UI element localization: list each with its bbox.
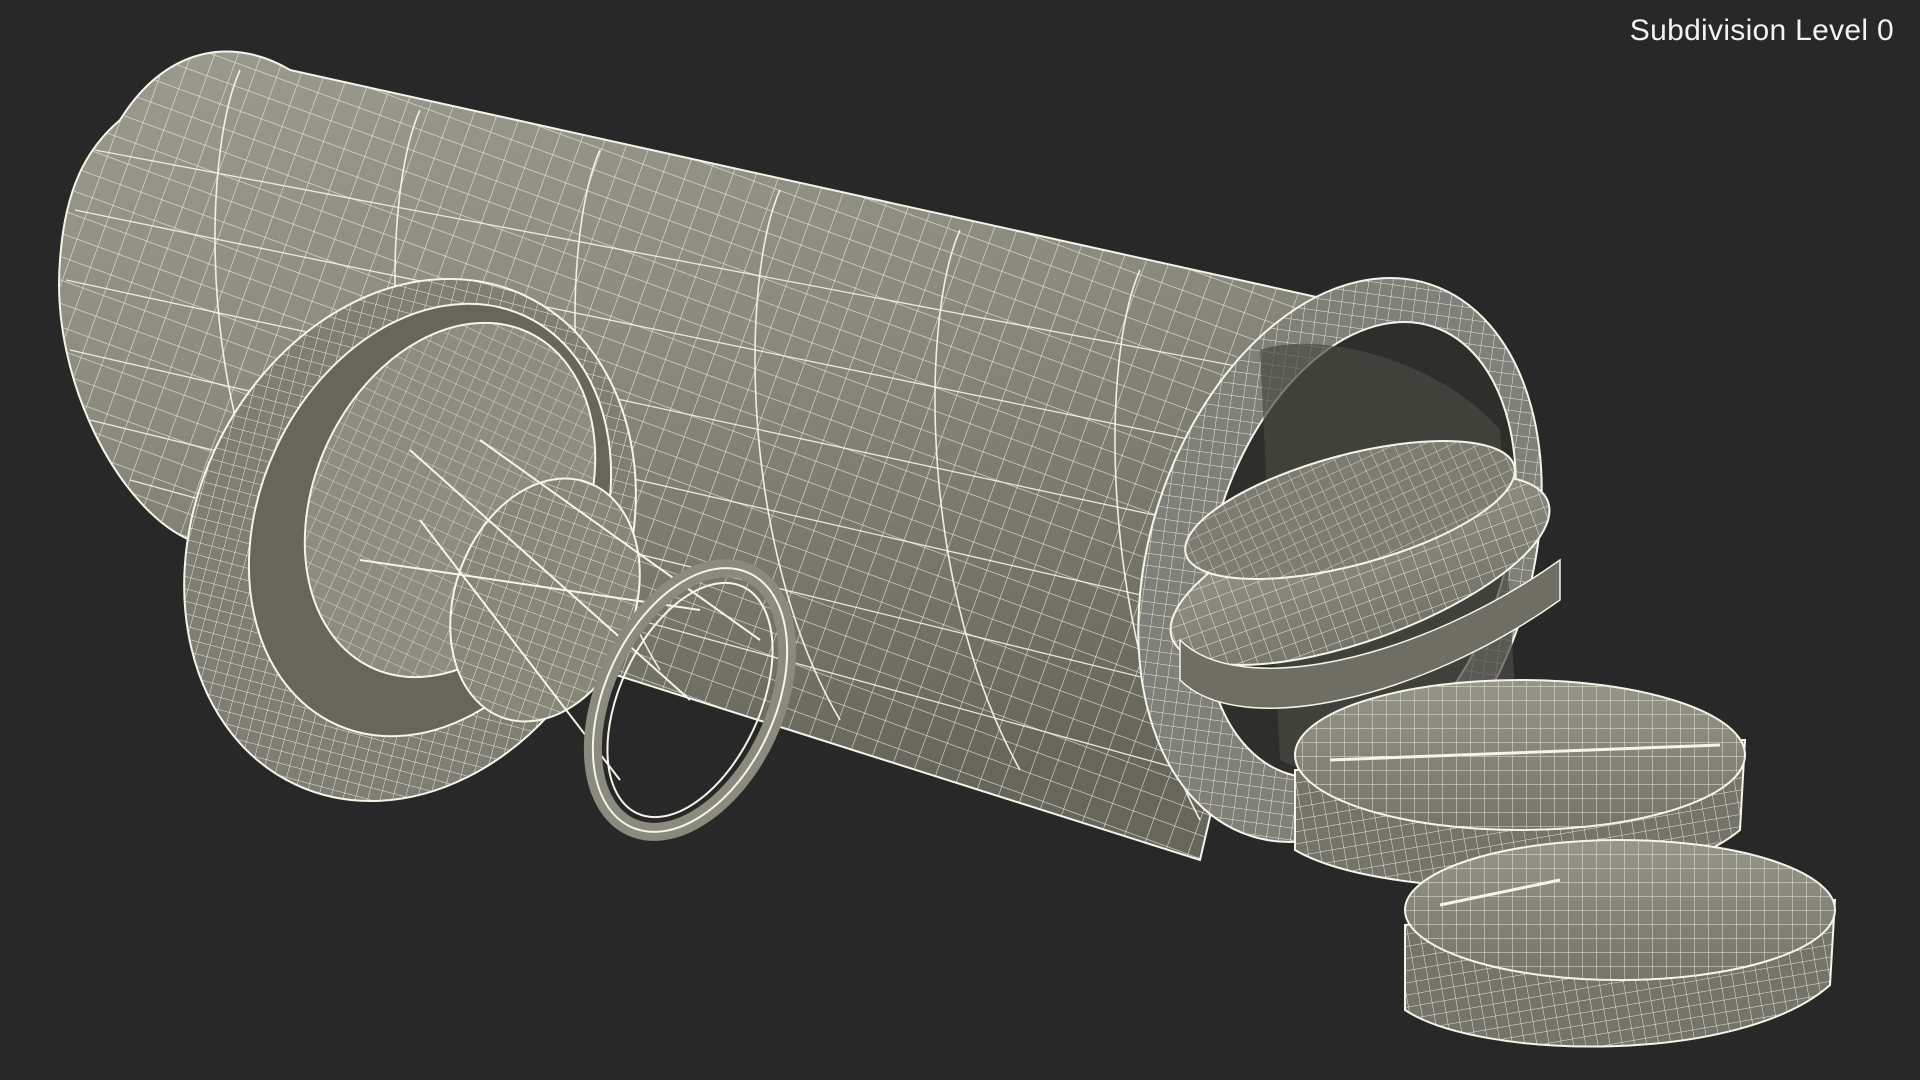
subdivision-level-label: Subdivision Level 0 (1629, 14, 1894, 47)
wireframe-scene (58, 50, 1837, 1048)
tablet-bottom[interactable] (1404, 839, 1837, 1048)
3d-viewport[interactable]: Subdivision Level 0 (0, 0, 1920, 1080)
